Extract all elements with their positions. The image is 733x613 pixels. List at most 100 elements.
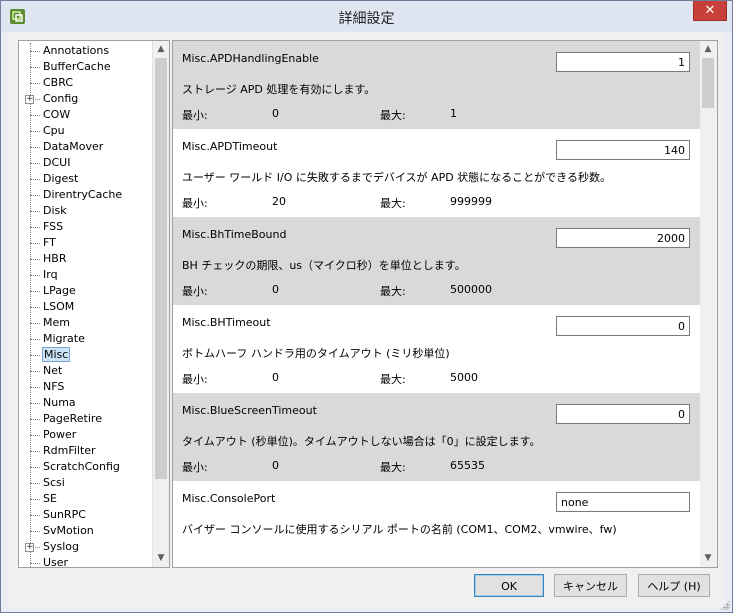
max-label: 最大: <box>380 285 406 298</box>
tree-item[interactable]: SE <box>19 491 151 507</box>
tree-item[interactable]: Numa <box>19 395 151 411</box>
setting-row: Misc.BHTimeout ボトムハーフ ハンドラ用のタイムアウト (ミリ秒単位… <box>173 305 700 393</box>
min-label: 最小: <box>182 197 208 210</box>
tree-scroll-thumb[interactable] <box>155 58 167 479</box>
setting-value-input[interactable] <box>556 140 690 160</box>
tree-item-label: Power <box>43 428 77 441</box>
tree-item[interactable]: Migrate <box>19 331 151 347</box>
tree-item-label: Misc <box>42 347 71 362</box>
setting-description: ストレージ APD 処理を有効にします。 <box>182 83 376 96</box>
close-button[interactable]: ✕ <box>693 1 727 21</box>
tree-item[interactable]: User <box>19 555 151 567</box>
tree-item[interactable]: Scsi <box>19 475 151 491</box>
tree-item-label: LPage <box>43 284 76 297</box>
min-value: 0 <box>272 283 279 296</box>
setting-value-input[interactable] <box>556 316 690 336</box>
setting-name: Misc.BhTimeBound <box>182 228 287 241</box>
setting-value-input[interactable] <box>556 52 690 72</box>
tree-item[interactable]: Digest <box>19 171 151 187</box>
tree-item-label: Annotations <box>43 44 110 57</box>
window-title: 詳細設定 <box>338 11 395 27</box>
ok-button[interactable]: OK <box>474 574 544 597</box>
tree-item[interactable]: SvMotion <box>19 523 151 539</box>
tree-item-label: COW <box>43 108 71 121</box>
min-value: 0 <box>272 107 279 120</box>
tree-item[interactable]: RdmFilter <box>19 443 151 459</box>
tree-item[interactable]: COW <box>19 107 151 123</box>
max-label: 最大: <box>380 197 406 210</box>
setting-description: バイザー コンソールに使用するシリアル ポートの名前 (COM1、COM2、vm… <box>182 523 617 536</box>
help-button[interactable]: ヘルプ (H) <box>638 574 710 597</box>
tree-item[interactable]: SunRPC <box>19 507 151 523</box>
tree-item[interactable]: BufferCache <box>19 59 151 75</box>
max-value: 65535 <box>450 459 485 472</box>
tree-item[interactable]: CBRC <box>19 75 151 91</box>
tree-item-label: Digest <box>43 172 79 185</box>
tree-item[interactable]: Disk <box>19 203 151 219</box>
setting-value-input[interactable] <box>556 492 690 512</box>
tree-item-label: BufferCache <box>43 60 111 73</box>
scroll-up-icon[interactable]: ▲ <box>700 41 716 58</box>
tree-item[interactable]: ScratchConfig <box>19 459 151 475</box>
setting-value-input[interactable] <box>556 228 690 248</box>
settings-scrollbar[interactable]: ▲ ▼ <box>700 41 717 567</box>
tree-item-label: Config <box>43 92 79 105</box>
tree-item-label: Net <box>43 364 63 377</box>
tree-item[interactable]: Net <box>19 363 151 379</box>
settings-scroll-thumb[interactable] <box>702 58 714 108</box>
tree-item[interactable]: LPage <box>19 283 151 299</box>
min-value: 0 <box>272 459 279 472</box>
tree-item[interactable]: + Syslog <box>19 539 151 555</box>
tree-item-label: SE <box>43 492 57 505</box>
category-tree[interactable]: Annotations BufferCache CBRC + Config COW Cpu D… <box>18 40 170 568</box>
max-value: 500000 <box>450 283 492 296</box>
tree-item[interactable]: Irq <box>19 267 151 283</box>
scroll-down-icon[interactable]: ▼ <box>153 550 169 567</box>
tree-item[interactable]: Power <box>19 427 151 443</box>
setting-description: ボトムハーフ ハンドラ用のタイムアウト (ミリ秒単位) <box>182 347 450 360</box>
expand-plus-icon[interactable]: + <box>25 543 34 552</box>
tree-item-label: Scsi <box>43 476 65 489</box>
tree-scrollbar[interactable]: ▲ ▼ <box>152 41 169 567</box>
scroll-up-icon[interactable]: ▲ <box>153 41 169 58</box>
setting-name: Misc.BlueScreenTimeout <box>182 404 317 417</box>
tree-item-label: RdmFilter <box>43 444 96 457</box>
tree-item-label: Cpu <box>43 124 65 137</box>
tree-item-label: CBRC <box>43 76 74 89</box>
tree-item[interactable]: NFS <box>19 379 151 395</box>
min-label: 最小: <box>182 373 208 386</box>
tree-item[interactable]: DirentryCache <box>19 187 151 203</box>
max-label: 最大: <box>380 109 406 122</box>
tree-item-label: DirentryCache <box>43 188 123 201</box>
setting-row: Misc.BhTimeBound BH チェックの期限、us（マイクロ秒）を単位と… <box>173 217 700 305</box>
tree-item[interactable]: Mem <box>19 315 151 331</box>
dialog-body: Annotations BufferCache CBRC + Config COW Cpu D… <box>8 32 725 607</box>
max-value: 1 <box>450 107 457 120</box>
settings-panel: Misc.APDHandlingEnable ストレージ APD 処理を有効にしま… <box>172 40 718 568</box>
tree-item[interactable]: + Config <box>19 91 151 107</box>
tree-item[interactable]: DCUI <box>19 155 151 171</box>
tree-item[interactable]: Misc <box>19 347 151 363</box>
tree-item[interactable]: LSOM <box>19 299 151 315</box>
min-label: 最小: <box>182 109 208 122</box>
min-value: 0 <box>272 371 279 384</box>
tree-item[interactable]: Cpu <box>19 123 151 139</box>
tree-item[interactable]: FT <box>19 235 151 251</box>
tree-item[interactable]: FSS <box>19 219 151 235</box>
tree-item-label: ScratchConfig <box>43 460 120 473</box>
tree-item-label: SunRPC <box>43 508 86 521</box>
tree-item[interactable]: HBR <box>19 251 151 267</box>
expand-plus-icon[interactable]: + <box>25 95 34 104</box>
setting-value-input[interactable] <box>556 404 690 424</box>
setting-row: Misc.APDHandlingEnable ストレージ APD 処理を有効にしま… <box>173 41 700 129</box>
tree-item[interactable]: Annotations <box>19 43 151 59</box>
title-bar[interactable]: 詳細設定 ✕ <box>1 1 732 32</box>
tree-item-label: Migrate <box>43 332 85 345</box>
tree-item[interactable]: PageRetire <box>19 411 151 427</box>
tree-item[interactable]: DataMover <box>19 139 151 155</box>
scroll-down-icon[interactable]: ▼ <box>700 550 716 567</box>
max-value: 5000 <box>450 371 478 384</box>
tree-item-label: SvMotion <box>43 524 94 537</box>
cancel-button[interactable]: キャンセル <box>554 574 627 597</box>
setting-row: Misc.APDTimeout ユーザー ワールド I/O に失敗するまでデバイス… <box>173 129 700 217</box>
